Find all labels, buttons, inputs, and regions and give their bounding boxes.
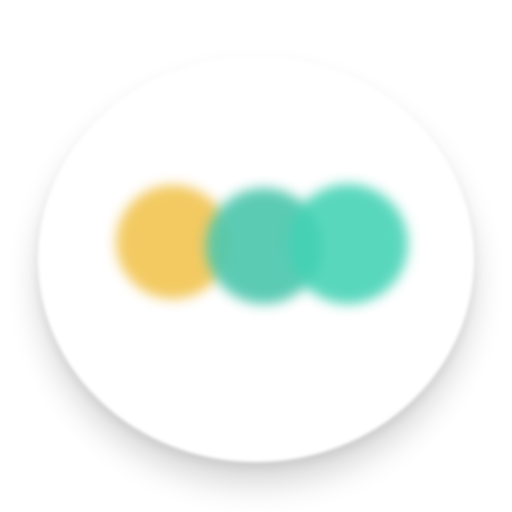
app-icon-stage (0, 0, 512, 512)
right-dot-icon (288, 184, 408, 304)
three-dots-logo-icon (116, 184, 408, 304)
app-icon[interactable] (38, 56, 474, 462)
